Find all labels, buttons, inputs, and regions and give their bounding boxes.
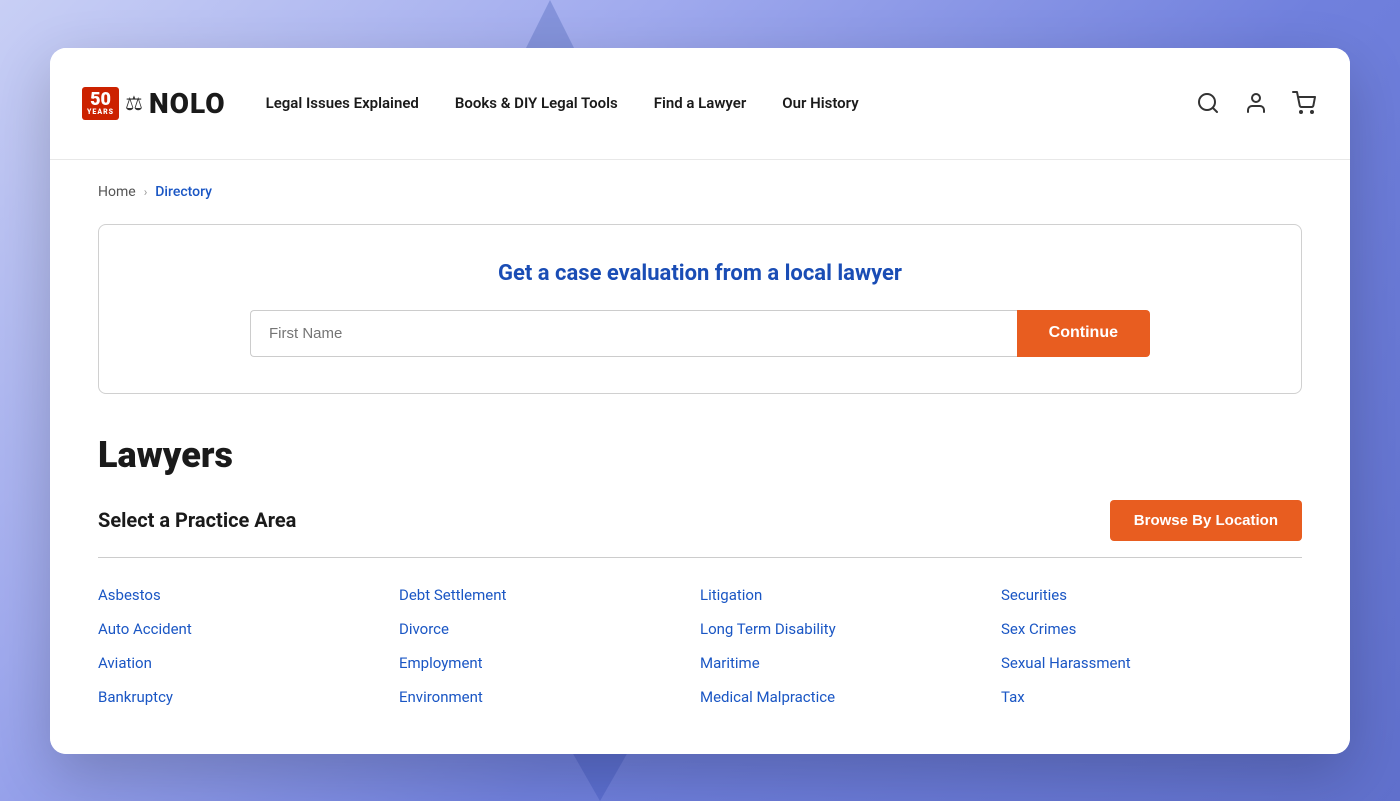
practice-link-securities[interactable]: Securities xyxy=(1001,586,1302,604)
account-icon[interactable] xyxy=(1242,89,1270,117)
practice-links: Asbestos Auto Accident Aviation Bankrupt… xyxy=(98,586,1302,706)
lawyers-title: Lawyers xyxy=(98,434,1302,476)
practice-link-sexual-harassment[interactable]: Sexual Harassment xyxy=(1001,654,1302,672)
header-actions xyxy=(1194,89,1318,117)
logo-badge: 50 YEARS xyxy=(82,87,119,120)
first-name-input[interactable] xyxy=(250,310,1017,357)
breadcrumb-current: Directory xyxy=(155,184,212,200)
evaluation-title: Get a case evaluation from a local lawye… xyxy=(147,261,1253,286)
practice-link-tax[interactable]: Tax xyxy=(1001,688,1302,706)
header: 50 YEARS ⚖ NOLO Legal Issues Explained B… xyxy=(50,48,1350,160)
breadcrumb-separator: › xyxy=(144,185,148,199)
main-content: Home › Directory Get a case evaluation f… xyxy=(50,160,1350,754)
practice-link-long-term-disability[interactable]: Long Term Disability xyxy=(700,620,1001,638)
cart-icon[interactable] xyxy=(1290,89,1318,117)
practice-col-1: Asbestos Auto Accident Aviation Bankrupt… xyxy=(98,586,399,706)
logo[interactable]: 50 YEARS ⚖ NOLO xyxy=(82,87,226,120)
scale-icon: ⚖ xyxy=(125,91,143,115)
logo-text: NOLO xyxy=(149,87,226,120)
practice-link-employment[interactable]: Employment xyxy=(399,654,700,672)
nav-legal-issues[interactable]: Legal Issues Explained xyxy=(266,94,419,112)
practice-link-maritime[interactable]: Maritime xyxy=(700,654,1001,672)
practice-link-auto-accident[interactable]: Auto Accident xyxy=(98,620,399,638)
practice-area-title: Select a Practice Area xyxy=(98,508,296,532)
practice-link-environment[interactable]: Environment xyxy=(399,688,700,706)
browse-by-location-button[interactable]: Browse By Location xyxy=(1110,500,1302,541)
main-nav: Legal Issues Explained Books & DIY Legal… xyxy=(266,94,1194,112)
search-icon[interactable] xyxy=(1194,89,1222,117)
years-number: 50 xyxy=(87,91,114,109)
years-label: YEARS xyxy=(87,109,114,116)
practice-col-3: Litigation Long Term Disability Maritime… xyxy=(700,586,1001,706)
nav-find-lawyer[interactable]: Find a Lawyer xyxy=(654,94,747,112)
practice-link-medical-malpractice[interactable]: Medical Malpractice xyxy=(700,688,1001,706)
page-wrapper: 50 YEARS ⚖ NOLO Legal Issues Explained B… xyxy=(50,48,1350,754)
practice-link-debt-settlement[interactable]: Debt Settlement xyxy=(399,586,700,604)
practice-link-litigation[interactable]: Litigation xyxy=(700,586,1001,604)
practice-link-divorce[interactable]: Divorce xyxy=(399,620,700,638)
practice-area-header: Select a Practice Area Browse By Locatio… xyxy=(98,500,1302,558)
breadcrumb-home[interactable]: Home xyxy=(98,184,136,200)
breadcrumb: Home › Directory xyxy=(98,184,1302,200)
nav-books-diy[interactable]: Books & DIY Legal Tools xyxy=(455,94,618,112)
nav-our-history[interactable]: Our History xyxy=(782,94,858,112)
evaluation-box: Get a case evaluation from a local lawye… xyxy=(98,224,1302,394)
practice-link-bankruptcy[interactable]: Bankruptcy xyxy=(98,688,399,706)
practice-col-4: Securities Sex Crimes Sexual Harassment … xyxy=(1001,586,1302,706)
practice-link-asbestos[interactable]: Asbestos xyxy=(98,586,399,604)
practice-link-sex-crimes[interactable]: Sex Crimes xyxy=(1001,620,1302,638)
evaluation-form: Continue xyxy=(250,310,1150,357)
practice-link-aviation[interactable]: Aviation xyxy=(98,654,399,672)
continue-button[interactable]: Continue xyxy=(1017,310,1150,357)
practice-col-2: Debt Settlement Divorce Employment Envir… xyxy=(399,586,700,706)
